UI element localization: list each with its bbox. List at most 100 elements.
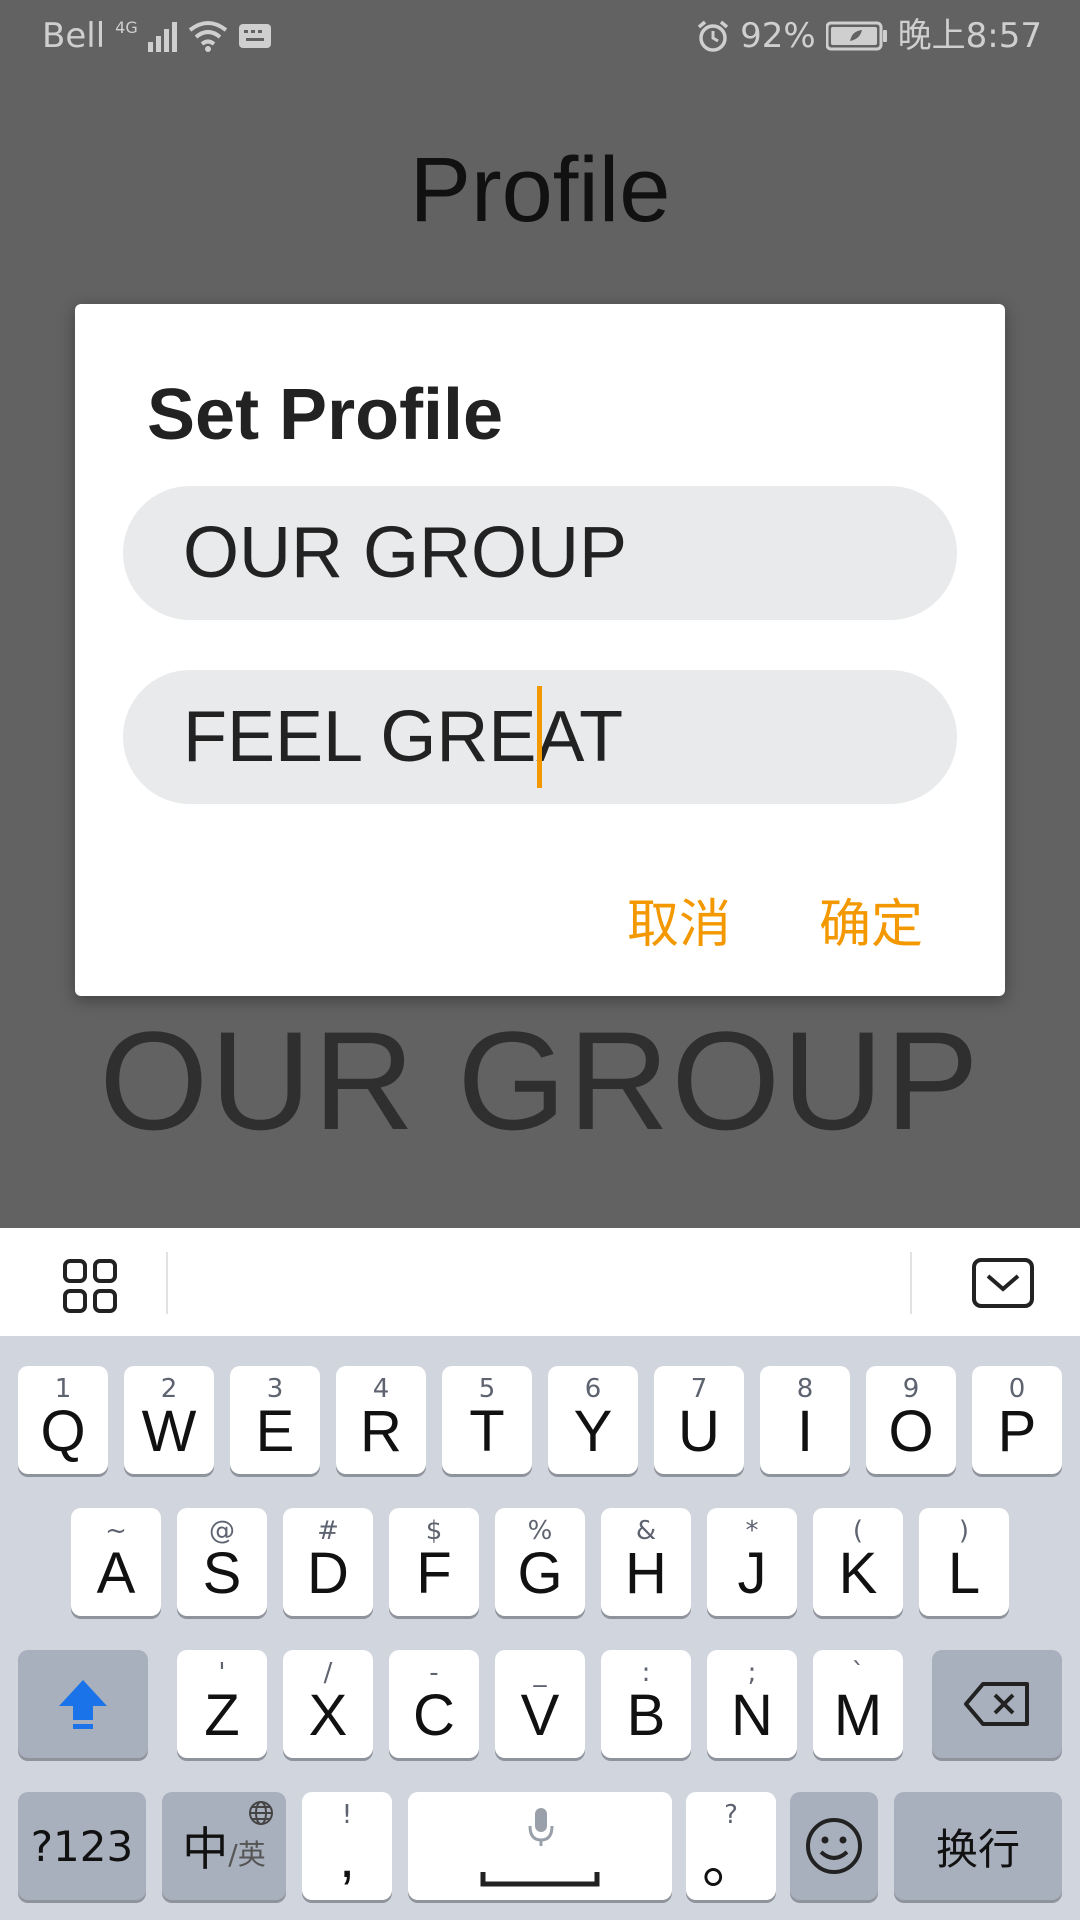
dialog-title: Set Profile	[147, 375, 504, 455]
key-q[interactable]: 1Q	[18, 1366, 108, 1474]
enter-key[interactable]: 换行	[894, 1792, 1062, 1900]
key-label: F	[416, 1540, 452, 1606]
key-label: O	[888, 1398, 934, 1464]
profile-status-input[interactable]	[183, 670, 923, 804]
key-label: Q	[40, 1398, 86, 1464]
hide-keyboard-icon[interactable]	[972, 1258, 1034, 1308]
set-profile-dialog: Set Profile 取消 确定	[75, 304, 1005, 996]
key-secondary-label: @	[209, 1516, 235, 1546]
key-label: J	[737, 1540, 767, 1606]
key-s[interactable]: @ S	[177, 1508, 267, 1616]
key-n[interactable]: ; N	[707, 1650, 797, 1758]
profile-name-field[interactable]	[123, 486, 957, 620]
comma-key[interactable]: !,	[302, 1792, 392, 1900]
key-label: E	[255, 1398, 295, 1464]
key-label: W	[141, 1398, 197, 1464]
page-title: Profile	[409, 139, 671, 241]
key-label: B	[626, 1682, 666, 1748]
keyboard-toolbar	[0, 1228, 1080, 1336]
period-key[interactable]: ?。	[686, 1792, 776, 1900]
signal-icon	[147, 22, 177, 52]
key-c[interactable]: -C	[389, 1650, 479, 1758]
key-j[interactable]: * J	[707, 1508, 797, 1616]
key-r[interactable]: 4R	[336, 1366, 426, 1474]
key-secondary-label: -	[429, 1658, 439, 1688]
key-label: U	[678, 1398, 720, 1464]
battery-percent: 92%	[740, 16, 816, 56]
space-bar-icon	[480, 1872, 600, 1887]
key-label: M	[833, 1682, 883, 1748]
status-bar: Bell 4G 92% 晚上8:57	[0, 0, 1080, 72]
grid-icon[interactable]	[62, 1258, 118, 1314]
space-key[interactable]	[408, 1792, 672, 1900]
profile-name-input[interactable]	[183, 486, 923, 620]
confirm-button[interactable]: 确定	[819, 882, 923, 957]
key-o[interactable]: 9O	[866, 1366, 956, 1474]
key-label: V	[520, 1682, 560, 1748]
microphone-icon	[528, 1808, 554, 1846]
globe-icon	[249, 1801, 273, 1825]
status-bar-right: 92% 晚上8:57	[696, 16, 1042, 56]
key-label: G	[517, 1540, 563, 1606]
key-label: D	[307, 1540, 349, 1606]
key-secondary-label: $	[425, 1516, 443, 1546]
key-x[interactable]: / X	[283, 1650, 373, 1758]
key-a[interactable]: ~ A	[71, 1508, 161, 1616]
key-y[interactable]: 6Y	[548, 1366, 638, 1474]
key-secondary-label: (	[852, 1516, 864, 1546]
key-i[interactable]: 8I	[760, 1366, 850, 1474]
shift-key[interactable]	[18, 1650, 148, 1758]
emoji-icon	[806, 1818, 862, 1874]
key-e[interactable]: 3E	[230, 1366, 320, 1474]
key-f[interactable]: $ F	[389, 1508, 479, 1616]
key-secondary-label: _	[533, 1658, 547, 1688]
key-h[interactable]: & H	[601, 1508, 691, 1616]
key-g[interactable]: % G	[495, 1508, 585, 1616]
key-t[interactable]: 5T	[442, 1366, 532, 1474]
key-label: T	[469, 1398, 505, 1464]
key-z[interactable]: ' Z	[177, 1650, 267, 1758]
toolbar-divider	[166, 1252, 168, 1314]
key-secondary-label: &	[635, 1516, 657, 1546]
clock: 晚上8:57	[897, 16, 1042, 56]
key-u[interactable]: 7U	[654, 1366, 744, 1474]
cancel-button[interactable]: 取消	[627, 882, 731, 957]
key-label: Y	[573, 1398, 613, 1464]
key-k[interactable]: (K	[813, 1508, 903, 1616]
key-secondary-label: 4	[372, 1374, 390, 1404]
key-label: ?123	[30, 1821, 134, 1871]
network-type: 4G	[115, 18, 138, 37]
key-secondary-label: ~	[105, 1516, 127, 1546]
key-secondary-label: 6	[584, 1374, 602, 1404]
key-v[interactable]: _ V	[495, 1650, 585, 1758]
key-label: X	[308, 1682, 348, 1748]
battery-icon	[825, 21, 887, 51]
key-w[interactable]: 2W	[124, 1366, 214, 1474]
key-label: 中	[182, 1822, 229, 1876]
emoji-key[interactable]	[790, 1792, 878, 1900]
backspace-key[interactable]	[932, 1650, 1062, 1758]
key-label: S	[202, 1540, 242, 1606]
key-secondary-label: ?	[724, 1800, 738, 1830]
key-d[interactable]: # D	[283, 1508, 373, 1616]
key-label: N	[731, 1682, 773, 1748]
key-label: K	[838, 1540, 878, 1606]
carrier-name: Bell	[42, 16, 106, 56]
key-p[interactable]: 0P	[972, 1366, 1062, 1474]
key-m[interactable]: ` M	[813, 1650, 903, 1758]
keyboard-notification-icon	[238, 24, 271, 48]
key-label: L	[947, 1540, 981, 1606]
key-secondary-label: 1	[54, 1374, 72, 1404]
key-secondary-label: 2	[160, 1374, 178, 1404]
key-secondary-label: /英	[228, 1838, 266, 1871]
numbers-key[interactable]: ?123	[18, 1792, 146, 1900]
key-label: H	[625, 1540, 667, 1606]
key-secondary-label: !	[341, 1800, 353, 1830]
key-label: 换行	[935, 1824, 1020, 1874]
key-secondary-label: `	[851, 1658, 865, 1688]
language-switch-key[interactable]: 中/英	[162, 1792, 286, 1900]
toolbar-divider	[910, 1252, 912, 1314]
key-b[interactable]: :B	[601, 1650, 691, 1758]
key-l[interactable]: ) L	[919, 1508, 1009, 1616]
key-label: R	[360, 1398, 402, 1464]
